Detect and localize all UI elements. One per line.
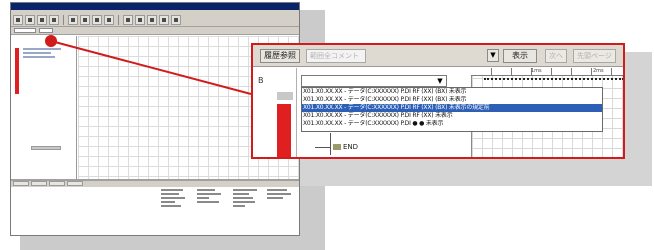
- toolbar-field[interactable]: [14, 28, 36, 33]
- output-tab[interactable]: [67, 181, 83, 186]
- comment-field[interactable]: 範囲全コメント: [306, 49, 366, 63]
- output-tab[interactable]: [31, 181, 47, 186]
- output-tabs: [11, 181, 299, 187]
- list-item[interactable]: X01.X0.XX.XX - データ(C:XXXXXX) P.DI ● ● 未表…: [302, 120, 602, 128]
- tool-icon-6[interactable]: [80, 14, 90, 25]
- selection-bar: [15, 48, 19, 94]
- output-tab[interactable]: [49, 181, 65, 186]
- magnified-inset: 履歴参照 範囲全コメント ▼ 表示 次へ 先頭ページ B 1ms 2ms ▼ X…: [251, 43, 625, 159]
- toolbar-separator: [63, 14, 64, 25]
- signal-trace: [484, 78, 623, 80]
- tool-icon-5[interactable]: [68, 14, 78, 25]
- output-column: [233, 189, 263, 209]
- chevron-down-icon[interactable]: ▼: [487, 49, 499, 62]
- end-node-icon: [333, 144, 341, 150]
- history-label: 履歴参照: [260, 49, 300, 63]
- tool-icon-12[interactable]: [159, 14, 169, 25]
- output-column: [267, 189, 297, 201]
- output-panel: [11, 179, 299, 235]
- list-item[interactable]: X01.X0.XX.XX - データ(C:XXXXXX) P.DI RF (XX…: [302, 88, 602, 96]
- list-item-selected[interactable]: X01.X0.XX.XX - データ(C:XXXXXX) P.DI RF (XX…: [302, 104, 602, 112]
- tool-icon-2[interactable]: [25, 14, 35, 25]
- inset-toolbar: 履歴参照 範囲全コメント ▼ 表示 次へ 先頭ページ: [253, 45, 623, 67]
- pane-button[interactable]: [31, 146, 61, 150]
- screenshot-stage: 履歴参照 範囲全コメント ▼ 表示 次へ 先頭ページ B 1ms 2ms ▼ X…: [0, 0, 654, 250]
- list-item[interactable]: [23, 48, 61, 50]
- tool-icon-9[interactable]: [123, 14, 133, 25]
- output-column: [197, 189, 227, 205]
- side-header: [277, 92, 293, 100]
- program-list: [23, 48, 61, 60]
- tool-icon-7[interactable]: [92, 14, 102, 25]
- list-item[interactable]: X01.X0.XX.XX - データ(C:XXXXXX) P.DI RF (XX…: [302, 112, 602, 120]
- tool-icon-13[interactable]: [171, 14, 181, 25]
- output-tab[interactable]: [13, 181, 29, 186]
- selection-bar: [277, 104, 291, 157]
- side-mark: B: [258, 76, 264, 85]
- end-label: END: [343, 143, 359, 151]
- end-node: END: [333, 143, 358, 152]
- tree-connector: [315, 147, 331, 148]
- output-text-area: [161, 189, 299, 235]
- secondary-toolbar: [11, 27, 299, 35]
- tool-icon-4[interactable]: [49, 14, 59, 25]
- output-column: [161, 189, 191, 209]
- tree-connector: [330, 133, 331, 155]
- tool-icon-3[interactable]: [37, 14, 47, 25]
- list-item[interactable]: X01.X0.XX.XX - データ(C:XXXXXX) P.DI RF (XX…: [302, 96, 602, 104]
- toolbar-separator: [118, 14, 119, 25]
- comment-combobox[interactable]: ▼: [301, 75, 447, 87]
- list-item[interactable]: [23, 56, 55, 58]
- list-item[interactable]: [23, 52, 51, 54]
- main-toolbar: [11, 13, 299, 27]
- tool-icon-1[interactable]: [13, 14, 23, 25]
- tool-icon-10[interactable]: [135, 14, 145, 25]
- first-page-button[interactable]: 先頭ページ: [573, 49, 616, 63]
- program-list-pane: [11, 36, 77, 179]
- ruler-label: 2ms: [593, 68, 604, 74]
- time-ruler: 1ms 2ms: [471, 68, 623, 76]
- comment-dropdown-list[interactable]: X01.X0.XX.XX - データ(C:XXXXXX) P.DI RF (XX…: [301, 87, 603, 132]
- display-button[interactable]: 表示: [503, 49, 537, 63]
- tool-icon-11[interactable]: [147, 14, 157, 25]
- ruler-label: 1ms: [531, 68, 542, 74]
- inset-side-pane: B: [253, 68, 297, 157]
- title-bar: [11, 3, 299, 10]
- toolbar-field[interactable]: [39, 28, 53, 33]
- next-button[interactable]: 次へ: [545, 49, 567, 63]
- tool-icon-8[interactable]: [104, 14, 114, 25]
- chevron-down-icon[interactable]: ▼: [435, 77, 445, 85]
